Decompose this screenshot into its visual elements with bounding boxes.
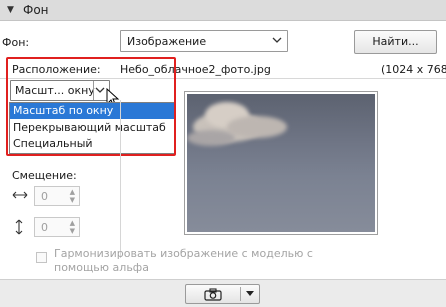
offset-y-value: 0 [41,221,48,234]
image-dimensions: (1024 x 768) [381,63,446,76]
stepper-up-icon[interactable]: ▲ [70,188,75,196]
vertical-arrows-icon [15,219,23,235]
harmonize-label-line1: Гармонизировать изображение с моделью с [54,247,313,260]
offset-y-field[interactable]: 0 ▲ ▼ [34,217,80,237]
browse-button[interactable]: Найти... [354,30,437,54]
triangle-down-icon[interactable]: ▼ [7,5,14,15]
harmonize-label-line2: помощью альфа [54,261,149,274]
background-label: Фон: [2,36,30,49]
highlight-frame [6,57,176,156]
offset-x-field[interactable]: 0 ▲ ▼ [34,186,80,206]
section-title: Фон [23,3,49,17]
offset-x-value: 0 [41,190,48,203]
preview-divider [120,100,121,258]
background-type-value: Изображение [127,35,207,48]
stepper-down-icon[interactable]: ▼ [70,227,75,235]
horizontal-arrows-icon [12,191,28,199]
chevron-down-icon [272,37,282,43]
harmonize-checkbox[interactable] [36,252,47,263]
offset-label: Смещение: [12,169,77,182]
camera-button[interactable] [185,284,260,304]
background-preview-image [187,94,375,232]
section-header-background[interactable]: ▼ Фон [0,0,446,21]
chevron-down-icon[interactable] [246,291,254,297]
camera-icon [204,288,222,301]
stepper-down-icon[interactable]: ▼ [70,196,75,204]
stepper-up-icon[interactable]: ▲ [70,219,75,227]
background-type-dropdown[interactable]: Изображение [120,30,288,52]
